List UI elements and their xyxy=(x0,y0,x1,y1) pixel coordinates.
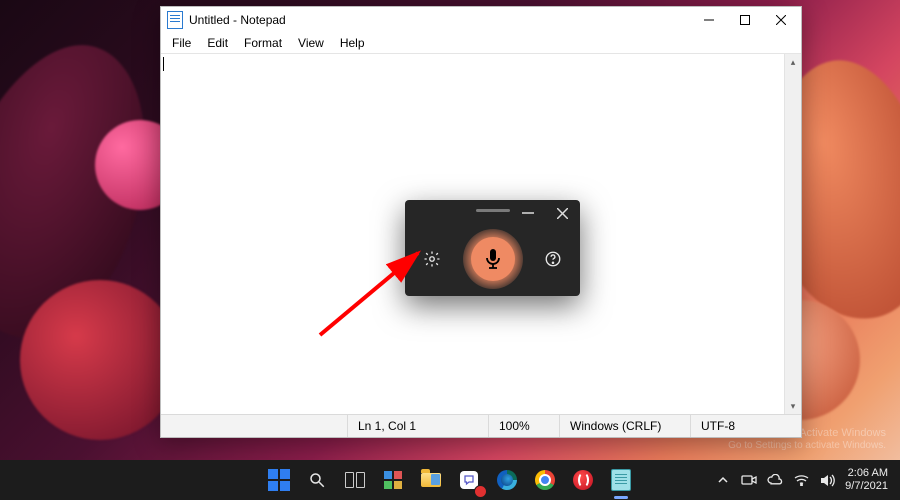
chrome-button[interactable] xyxy=(529,464,561,496)
network-button[interactable] xyxy=(793,472,809,488)
chrome-icon xyxy=(535,470,555,490)
edge-icon xyxy=(497,470,517,490)
widgets-button[interactable] xyxy=(377,464,409,496)
search-icon xyxy=(308,471,326,489)
status-encoding: UTF-8 xyxy=(690,415,801,437)
microphone-button[interactable] xyxy=(463,229,523,289)
microphone-icon xyxy=(484,248,502,270)
minimize-button[interactable] xyxy=(691,7,727,33)
taskbar-center xyxy=(263,460,637,500)
edge-button[interactable] xyxy=(491,464,523,496)
window-title: Untitled - Notepad xyxy=(189,13,286,27)
settings-button[interactable] xyxy=(419,246,445,272)
file-explorer-button[interactable] xyxy=(415,464,447,496)
taskbar: 2:06 AM 9/7/2021 xyxy=(0,460,900,500)
chat-button[interactable] xyxy=(453,464,485,496)
clock-time: 2:06 AM xyxy=(845,467,888,480)
vertical-scrollbar[interactable]: ▴ ▾ xyxy=(784,54,801,414)
start-button[interactable] xyxy=(263,464,295,496)
clock-date: 9/7/2021 xyxy=(845,480,888,493)
scroll-up-icon[interactable]: ▴ xyxy=(785,54,801,70)
meet-now-button[interactable] xyxy=(741,472,757,488)
notepad-icon xyxy=(611,469,631,491)
titlebar[interactable]: Untitled - Notepad xyxy=(161,7,801,33)
notepad-icon xyxy=(167,11,183,29)
opera-icon xyxy=(573,470,593,490)
menubar: File Edit Format View Help xyxy=(161,33,801,54)
gear-icon xyxy=(423,250,441,268)
clock[interactable]: 2:06 AM 9/7/2021 xyxy=(845,467,888,492)
status-line-ending: Windows (CRLF) xyxy=(559,415,690,437)
widgets-icon xyxy=(384,471,402,489)
minimize-button[interactable] xyxy=(516,203,540,223)
volume-button[interactable] xyxy=(819,472,835,488)
scroll-down-icon[interactable]: ▾ xyxy=(785,398,801,414)
onedrive-button[interactable] xyxy=(767,472,783,488)
menu-file[interactable]: File xyxy=(165,35,198,51)
cloud-icon xyxy=(767,474,783,486)
desktop: Activate Windows Go to Settings to activ… xyxy=(0,0,900,500)
tray-overflow-button[interactable] xyxy=(715,472,731,488)
chevron-up-icon xyxy=(718,475,728,485)
wifi-icon xyxy=(794,474,809,486)
system-tray: 2:06 AM 9/7/2021 xyxy=(703,460,900,500)
status-position: Ln 1, Col 1 xyxy=(347,415,488,437)
camera-icon xyxy=(741,474,757,486)
task-view-button[interactable] xyxy=(339,464,371,496)
notification-badge-icon xyxy=(474,485,487,498)
maximize-button[interactable] xyxy=(727,7,763,33)
voice-typing-titlebar[interactable] xyxy=(405,200,580,226)
help-button[interactable] xyxy=(540,246,566,272)
windows-logo-icon xyxy=(268,469,290,491)
statusbar: Ln 1, Col 1 100% Windows (CRLF) UTF-8 xyxy=(161,414,801,437)
menu-help[interactable]: Help xyxy=(333,35,372,51)
close-button[interactable] xyxy=(550,203,574,223)
menu-view[interactable]: View xyxy=(291,35,331,51)
drag-handle-icon[interactable] xyxy=(476,209,510,212)
close-button[interactable] xyxy=(763,7,799,33)
task-view-icon xyxy=(345,472,365,488)
status-zoom: 100% xyxy=(488,415,559,437)
voice-typing-panel[interactable] xyxy=(405,200,580,296)
text-cursor xyxy=(163,57,164,71)
menu-format[interactable]: Format xyxy=(237,35,289,51)
speaker-icon xyxy=(820,474,835,487)
menu-edit[interactable]: Edit xyxy=(200,35,235,51)
folder-icon xyxy=(421,473,441,487)
opera-button[interactable] xyxy=(567,464,599,496)
notepad-taskbar-button[interactable] xyxy=(605,464,637,496)
wallpaper-blob xyxy=(20,280,180,440)
search-button[interactable] xyxy=(301,464,333,496)
help-icon xyxy=(544,250,562,268)
